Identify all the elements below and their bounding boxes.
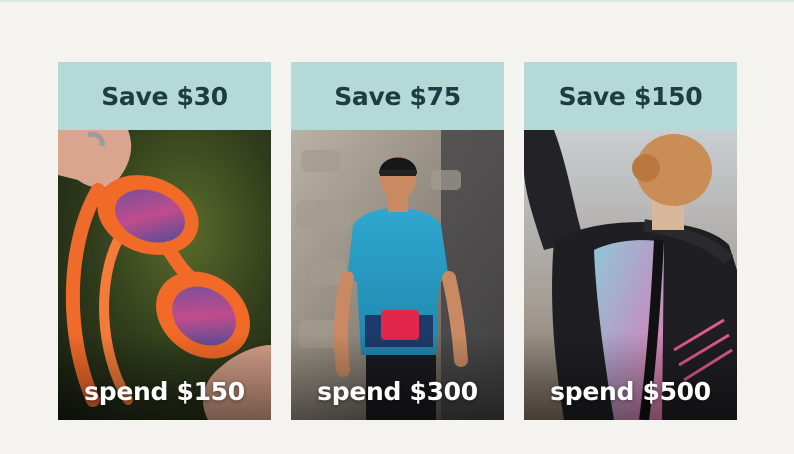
save-amount-label: Save $150: [558, 81, 703, 111]
spend-threshold-label: spend $150: [84, 377, 245, 406]
offer-header: Save $75: [291, 62, 504, 130]
spend-threshold-label: spend $500: [550, 377, 711, 406]
offer-card-save-150[interactable]: Save $150 spend $500: [524, 62, 737, 420]
spend-threshold-label: spend $300: [317, 377, 478, 406]
offer-header: Save $150: [524, 62, 737, 130]
offer-card-save-30[interactable]: Save $30 spend $150: [58, 62, 271, 420]
offer-card-save-75[interactable]: Save $75 spend $300: [291, 62, 504, 420]
offer-footer: spend $150: [58, 377, 271, 406]
save-amount-label: Save $30: [101, 81, 228, 111]
top-divider: [0, 0, 794, 2]
offer-footer: spend $300: [291, 377, 504, 406]
offer-header: Save $30: [58, 62, 271, 130]
save-amount-label: Save $75: [334, 81, 461, 111]
offer-footer: spend $500: [524, 377, 737, 406]
